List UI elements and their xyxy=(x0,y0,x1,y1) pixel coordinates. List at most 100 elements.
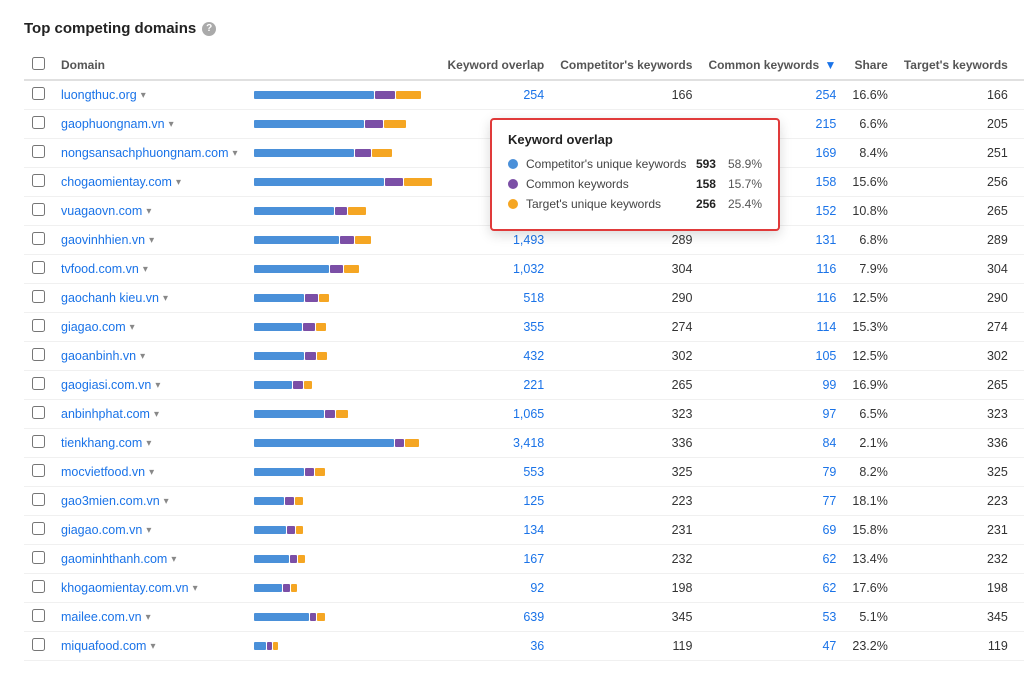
domain-link[interactable]: gaochanh kieu.vn xyxy=(61,291,159,305)
row-bar-cell xyxy=(246,284,440,313)
col-header-dr[interactable]: DR xyxy=(1016,51,1024,80)
col-header-competitors-keywords[interactable]: Competitor's keywords xyxy=(552,51,700,80)
domain-arrow[interactable]: ▾ xyxy=(150,641,155,652)
row-checkbox[interactable] xyxy=(32,87,45,100)
common-kw-value: 116 xyxy=(816,262,836,276)
row-check-cell[interactable] xyxy=(24,632,53,661)
domain-link[interactable]: gaoanbinh.vn xyxy=(61,349,136,363)
col-header-common-keywords[interactable]: Common keywords ▼ xyxy=(700,51,844,80)
row-checkbox[interactable] xyxy=(32,319,45,332)
row-checkbox[interactable] xyxy=(32,551,45,564)
row-checkbox[interactable] xyxy=(32,464,45,477)
row-checkbox[interactable] xyxy=(32,435,45,448)
domain-link[interactable]: mocvietfood.vn xyxy=(61,465,145,479)
row-bar-cell xyxy=(246,342,440,371)
domain-link[interactable]: nongsansachphuongnam.com xyxy=(61,146,228,160)
domain-arrow[interactable]: ▾ xyxy=(146,612,151,623)
row-checkbox[interactable] xyxy=(32,290,45,303)
domain-link[interactable]: gaophuongnam.vn xyxy=(61,117,165,131)
row-check-cell[interactable] xyxy=(24,545,53,574)
domain-arrow[interactable]: ▾ xyxy=(169,119,174,130)
row-checkbox[interactable] xyxy=(32,638,45,651)
domain-link[interactable]: luongthuc.org xyxy=(61,88,137,102)
row-checkbox[interactable] xyxy=(32,406,45,419)
col-header-keyword-overlap[interactable]: Keyword overlap xyxy=(440,51,553,80)
row-checkbox[interactable] xyxy=(32,348,45,361)
domain-arrow[interactable]: ▾ xyxy=(171,554,176,565)
row-check-cell[interactable] xyxy=(24,603,53,632)
row-common-kw: 97 xyxy=(700,400,844,429)
domain-link[interactable]: khogaomientay.com.vn xyxy=(61,581,189,595)
domain-link[interactable]: chogaomientay.com xyxy=(61,175,172,189)
row-check-cell[interactable] xyxy=(24,574,53,603)
row-check-cell[interactable] xyxy=(24,255,53,284)
col-header-check[interactable] xyxy=(24,51,53,80)
domain-arrow[interactable]: ▾ xyxy=(140,351,145,362)
domain-arrow[interactable]: ▾ xyxy=(155,380,160,391)
dot-yellow xyxy=(508,199,518,209)
row-checkbox[interactable] xyxy=(32,116,45,129)
domain-link[interactable]: mailee.com.vn xyxy=(61,610,142,624)
domain-link[interactable]: giagao.com.vn xyxy=(61,523,142,537)
row-check-cell[interactable] xyxy=(24,110,53,139)
domain-link[interactable]: miquafood.com xyxy=(61,639,146,653)
row-checkbox[interactable] xyxy=(32,174,45,187)
domain-link[interactable]: vuagaovn.com xyxy=(61,204,142,218)
domain-arrow[interactable]: ▾ xyxy=(146,206,151,217)
table-row: giagao.com.vn ▾ 134 231 69 15.8% 231 12 … xyxy=(24,516,1024,545)
row-checkbox[interactable] xyxy=(32,609,45,622)
row-checkbox[interactable] xyxy=(32,232,45,245)
row-check-cell[interactable] xyxy=(24,313,53,342)
bar-blue xyxy=(254,497,284,505)
row-checkbox[interactable] xyxy=(32,145,45,158)
domain-arrow[interactable]: ▾ xyxy=(130,322,135,333)
row-checkbox[interactable] xyxy=(32,377,45,390)
row-check-cell[interactable] xyxy=(24,429,53,458)
row-check-cell[interactable] xyxy=(24,400,53,429)
domain-link[interactable]: gaovinhhien.vn xyxy=(61,233,145,247)
row-dr: 1.9 xyxy=(1016,603,1024,632)
domain-link[interactable]: gaominhthanh.com xyxy=(61,552,167,566)
domain-link[interactable]: anbinhphat.com xyxy=(61,407,150,421)
common-kw-value: 114 xyxy=(816,320,836,334)
domain-arrow[interactable]: ▾ xyxy=(143,264,148,275)
row-check-cell[interactable] xyxy=(24,80,53,110)
row-check-cell[interactable] xyxy=(24,197,53,226)
row-checkbox[interactable] xyxy=(32,580,45,593)
row-checkbox[interactable] xyxy=(32,203,45,216)
row-check-cell[interactable] xyxy=(24,139,53,168)
row-check-cell[interactable] xyxy=(24,168,53,197)
domain-arrow[interactable]: ▾ xyxy=(149,235,154,246)
domain-link[interactable]: gaogiasi.com.vn xyxy=(61,378,151,392)
row-checkbox[interactable] xyxy=(32,522,45,535)
domain-link[interactable]: giagao.com xyxy=(61,320,126,334)
domain-arrow[interactable]: ▾ xyxy=(149,467,154,478)
row-check-cell[interactable] xyxy=(24,342,53,371)
domain-link[interactable]: gao3mien.com.vn xyxy=(61,494,160,508)
domain-arrow[interactable]: ▾ xyxy=(146,438,151,449)
row-check-cell[interactable] xyxy=(24,226,53,255)
domain-arrow[interactable]: ▾ xyxy=(232,148,237,159)
row-checkbox[interactable] xyxy=(32,261,45,274)
row-domain-cell: khogaomientay.com.vn ▾ xyxy=(53,574,246,603)
domain-arrow[interactable]: ▾ xyxy=(141,90,146,101)
domain-arrow[interactable]: ▾ xyxy=(146,525,151,536)
domain-arrow[interactable]: ▾ xyxy=(193,583,198,594)
row-check-cell[interactable] xyxy=(24,458,53,487)
domain-link[interactable]: tvfood.com.vn xyxy=(61,262,139,276)
domain-arrow[interactable]: ▾ xyxy=(164,496,169,507)
domain-arrow[interactable]: ▾ xyxy=(163,293,168,304)
domain-arrow[interactable]: ▾ xyxy=(154,409,159,420)
select-all-checkbox[interactable] xyxy=(32,57,45,70)
row-check-cell[interactable] xyxy=(24,516,53,545)
info-icon[interactable]: ? xyxy=(202,22,216,36)
row-checkbox[interactable] xyxy=(32,493,45,506)
row-share: 6.5% xyxy=(844,400,895,429)
row-check-cell[interactable] xyxy=(24,284,53,313)
col-header-targets-keywords[interactable]: Target's keywords xyxy=(896,51,1016,80)
row-check-cell[interactable] xyxy=(24,487,53,516)
domain-link[interactable]: tienkhang.com xyxy=(61,436,142,450)
col-header-share[interactable]: Share xyxy=(844,51,895,80)
domain-arrow[interactable]: ▾ xyxy=(176,177,181,188)
row-check-cell[interactable] xyxy=(24,371,53,400)
